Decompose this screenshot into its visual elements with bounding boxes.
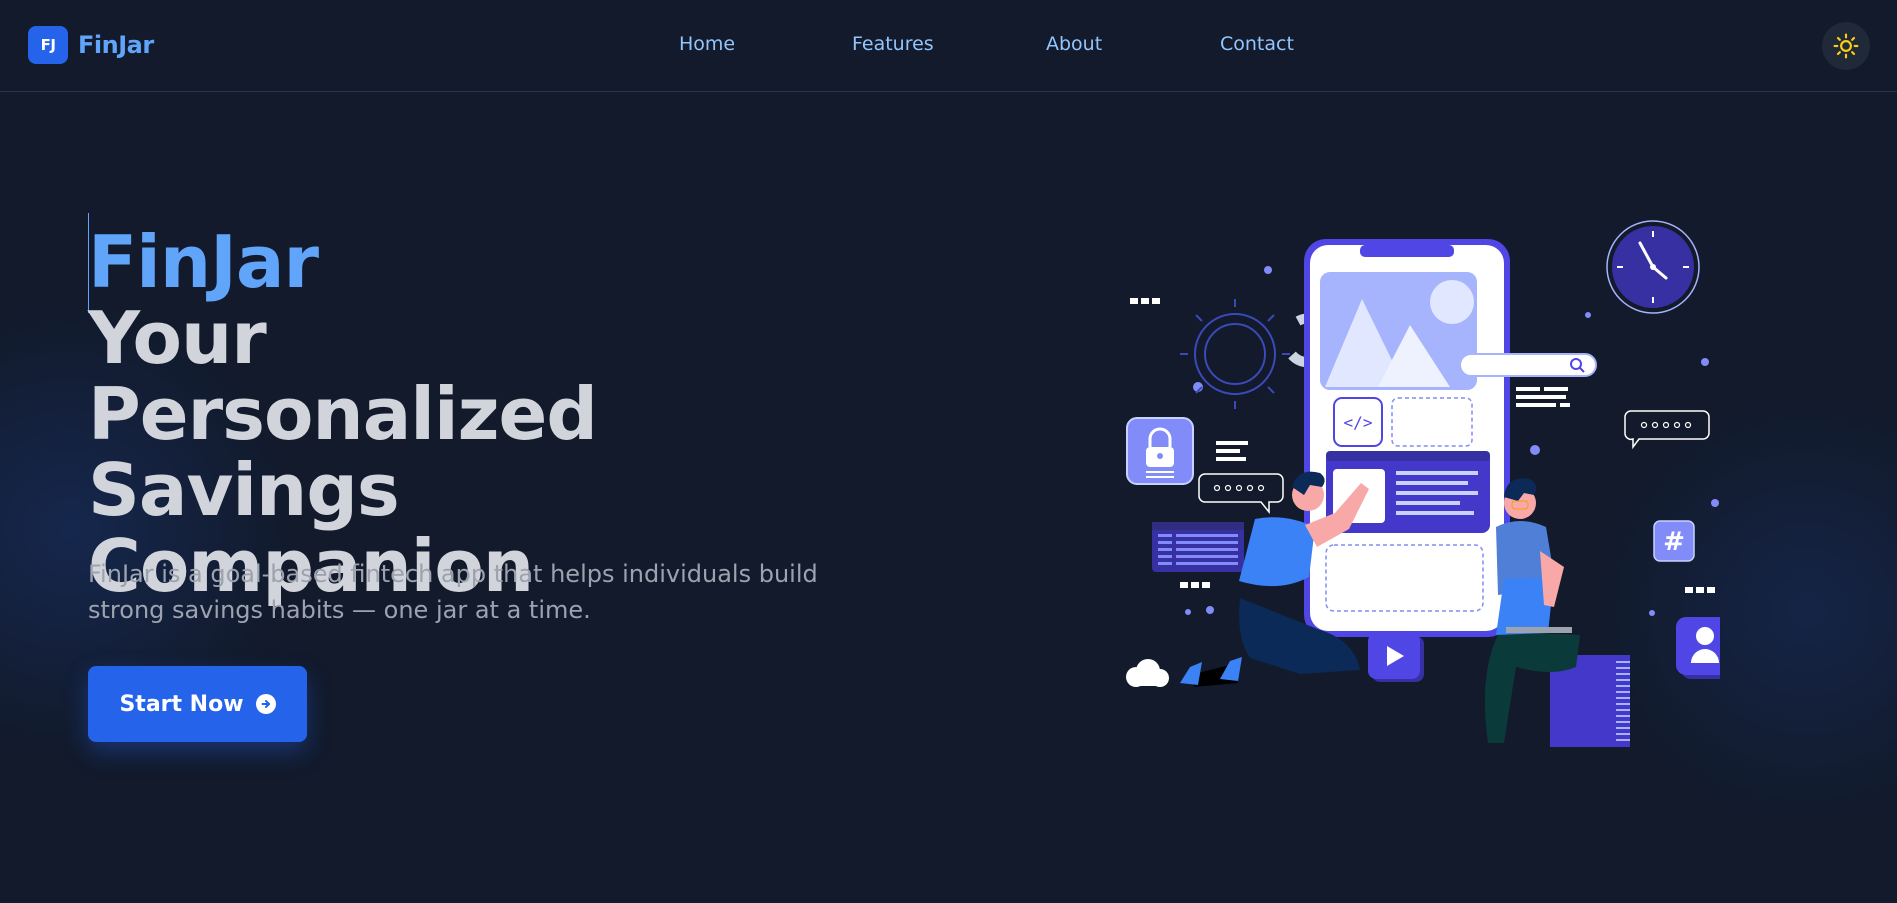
- hero-description: FinJar is a goal-based fintech app that …: [88, 560, 818, 624]
- main-nav: Home Features About Contact: [0, 33, 1897, 61]
- hashtag-icon: #: [1653, 520, 1695, 562]
- hero-title: FinJar Your Personalized Savings Compani…: [88, 224, 788, 604]
- play-button-icon: [1368, 633, 1424, 682]
- site-header: FJ FinJar Home Features About Contact: [0, 0, 1897, 92]
- lock-icon: [1126, 417, 1194, 485]
- search-bar-illustration: [1459, 353, 1597, 377]
- theme-toggle-button[interactable]: [1822, 22, 1870, 70]
- nav-link-about[interactable]: About: [1046, 33, 1102, 55]
- nav-link-home[interactable]: Home: [679, 33, 735, 55]
- sun-icon: [1833, 33, 1859, 59]
- svg-text:#: #: [1663, 527, 1685, 557]
- hero-title-brand: FinJar: [88, 220, 319, 304]
- text-lines-right: [1516, 387, 1570, 407]
- nav-link-features[interactable]: Features: [852, 33, 934, 55]
- text-lines-left: [1216, 441, 1248, 461]
- user-profile-icon: [1676, 617, 1720, 679]
- phone-illustration: </>: [1304, 239, 1510, 637]
- browser-window-icon: [1152, 522, 1244, 572]
- page: FJ FinJar Home Features About Contact Fi…: [0, 0, 1897, 903]
- arrow-right-circle-icon: [255, 694, 276, 714]
- clock-icon: [1606, 220, 1700, 314]
- svg-text:</>: </>: [1344, 413, 1373, 432]
- start-now-label: Start Now: [119, 691, 244, 717]
- nav-link-contact[interactable]: Contact: [1220, 33, 1294, 55]
- chat-bubble-icon: [1198, 473, 1284, 515]
- gear-icon: [1180, 299, 1290, 409]
- chat-bubble-icon: [1624, 410, 1710, 450]
- mobile-app-development-illustration: </> #: [1126, 220, 1720, 747]
- cloud-icon: [1126, 659, 1169, 687]
- start-now-button[interactable]: Start Now: [88, 666, 307, 742]
